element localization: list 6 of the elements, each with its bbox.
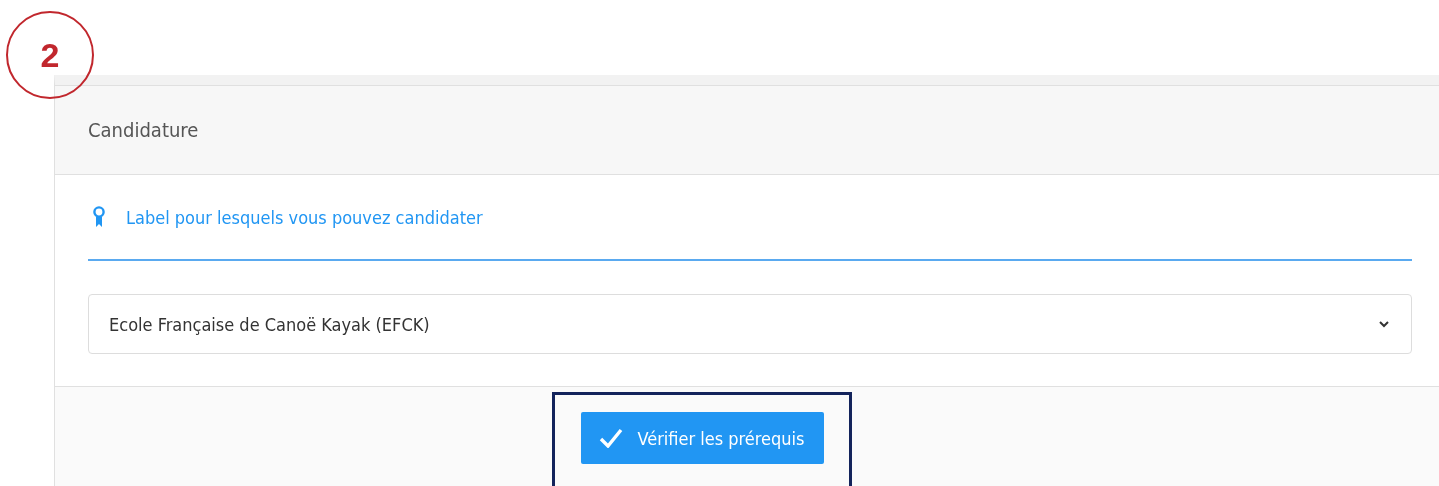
checkmark-icon [599, 428, 624, 448]
award-ribbon-icon [92, 206, 106, 228]
chevron-down-icon [1379, 320, 1389, 328]
section-heading: Label pour lesquels vous pouvez candidater [126, 206, 483, 228]
label-select[interactable]: Ecole Française de Canoë Kayak (EFCK) [88, 294, 1412, 354]
card-title: Candidature [88, 118, 199, 142]
